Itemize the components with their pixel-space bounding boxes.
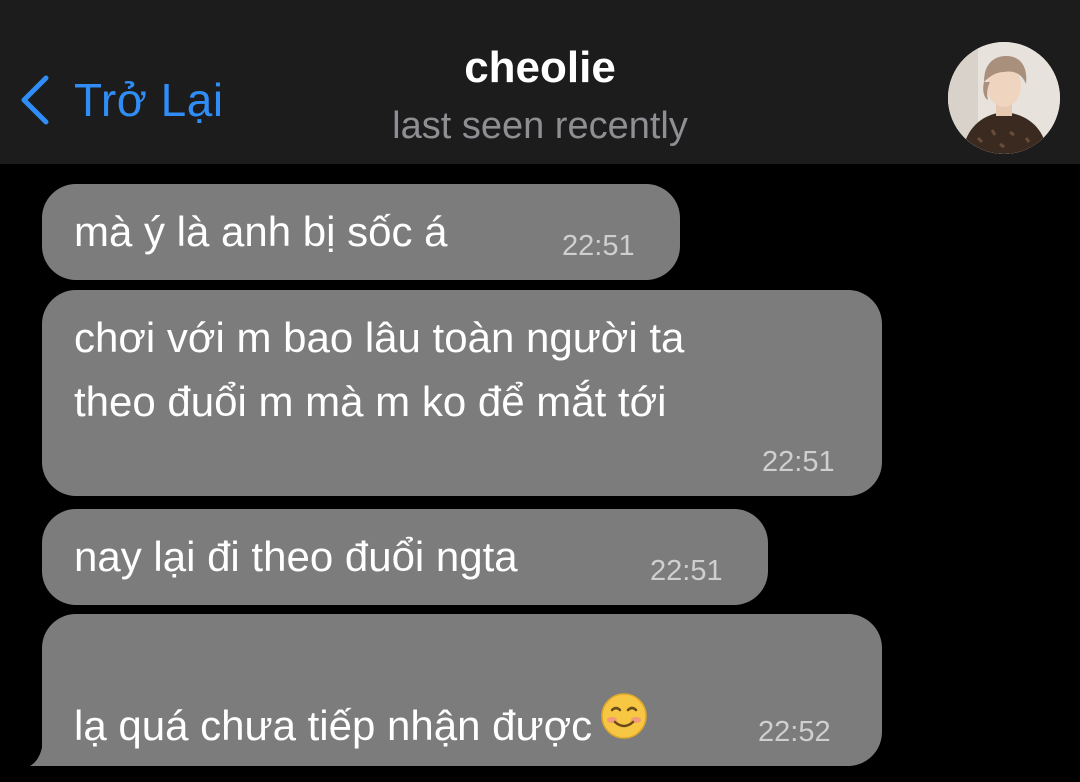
- message-bubble[interactable]: mà ý là anh bị sốc á 22:51: [42, 184, 680, 280]
- message-time: 22:51: [562, 230, 635, 262]
- back-button[interactable]: Trở Lại: [18, 70, 224, 130]
- chevron-left-icon: [18, 74, 52, 126]
- chat-screen: Trở Lại cheolie last seen recently mà ý …: [0, 0, 1080, 782]
- message-text: lạ quá chưa tiếp nhận được: [74, 702, 593, 749]
- profile-photo-icon: [948, 42, 1060, 154]
- smiling-face-icon: [600, 692, 648, 758]
- chat-title-block[interactable]: cheolie last seen recently: [290, 40, 790, 152]
- message-text: nay lại đi theo đuổi ngta: [74, 533, 518, 580]
- message-time: 22:51: [650, 555, 723, 587]
- message-time: 22:52: [758, 716, 831, 748]
- message-text-line: lạ quá chưa tiếp nhận được: [74, 630, 648, 758]
- message-text: mà ý là anh bị sốc á: [74, 208, 448, 255]
- message-time: 22:51: [762, 446, 835, 478]
- message-text: chơi với m bao lâu toàn người ta theo đu…: [74, 314, 685, 425]
- message-bubble[interactable]: lạ quá chưa tiếp nhận được 22:52: [42, 614, 882, 766]
- chat-header: Trở Lại cheolie last seen recently: [0, 0, 1080, 164]
- chat-status: last seen recently: [392, 105, 688, 147]
- message-bubble[interactable]: chơi với m bao lâu toàn người ta theo đu…: [42, 290, 882, 496]
- back-label: Trở Lại: [74, 74, 224, 126]
- message-bubble[interactable]: nay lại đi theo đuổi ngta 22:51: [42, 509, 768, 605]
- chat-title: cheolie: [464, 43, 616, 92]
- avatar[interactable]: [948, 42, 1060, 154]
